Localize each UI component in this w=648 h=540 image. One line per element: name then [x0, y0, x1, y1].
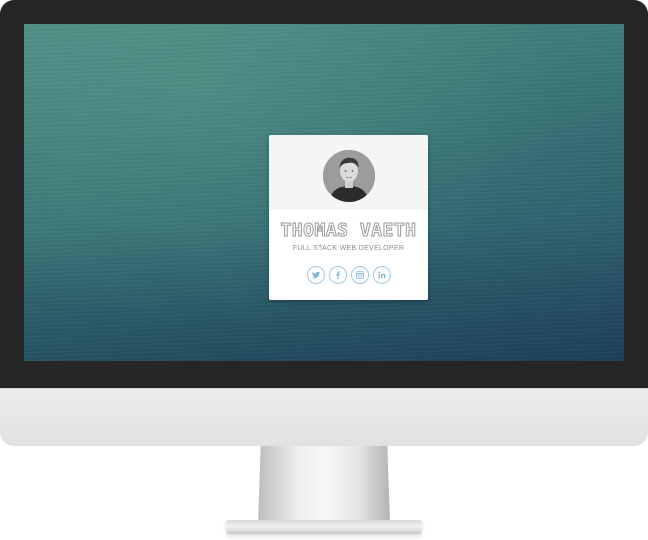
monitor-stand: [258, 446, 390, 524]
profile-card: THOMAS VAETH FULL STACK WEB DEVELOPER: [269, 135, 428, 300]
twitter-icon: [311, 271, 320, 279]
profile-card-header: [269, 135, 428, 210]
instagram-icon: [355, 271, 364, 279]
linkedin-link[interactable]: [372, 266, 391, 284]
facebook-link[interactable]: [328, 266, 347, 284]
monitor-bezel: THOMAS VAETH FULL STACK WEB DEVELOPER: [0, 0, 648, 388]
person-portrait-icon: [323, 150, 375, 202]
monitor-mockup: THOMAS VAETH FULL STACK WEB DEVELOPER: [0, 0, 648, 540]
profile-name: THOMAS VAETH: [280, 220, 417, 242]
social-links: [269, 266, 428, 284]
instagram-link[interactable]: [350, 266, 369, 284]
twitter-link[interactable]: [306, 266, 325, 284]
monitor-screen: THOMAS VAETH FULL STACK WEB DEVELOPER: [24, 24, 624, 361]
avatar: [323, 150, 375, 202]
facebook-icon: [335, 271, 340, 279]
monitor-stand-base: [226, 520, 422, 534]
monitor-chin: [0, 388, 648, 446]
profile-subtitle: FULL STACK WEB DEVELOPER: [292, 245, 405, 252]
linkedin-icon: [378, 271, 385, 279]
